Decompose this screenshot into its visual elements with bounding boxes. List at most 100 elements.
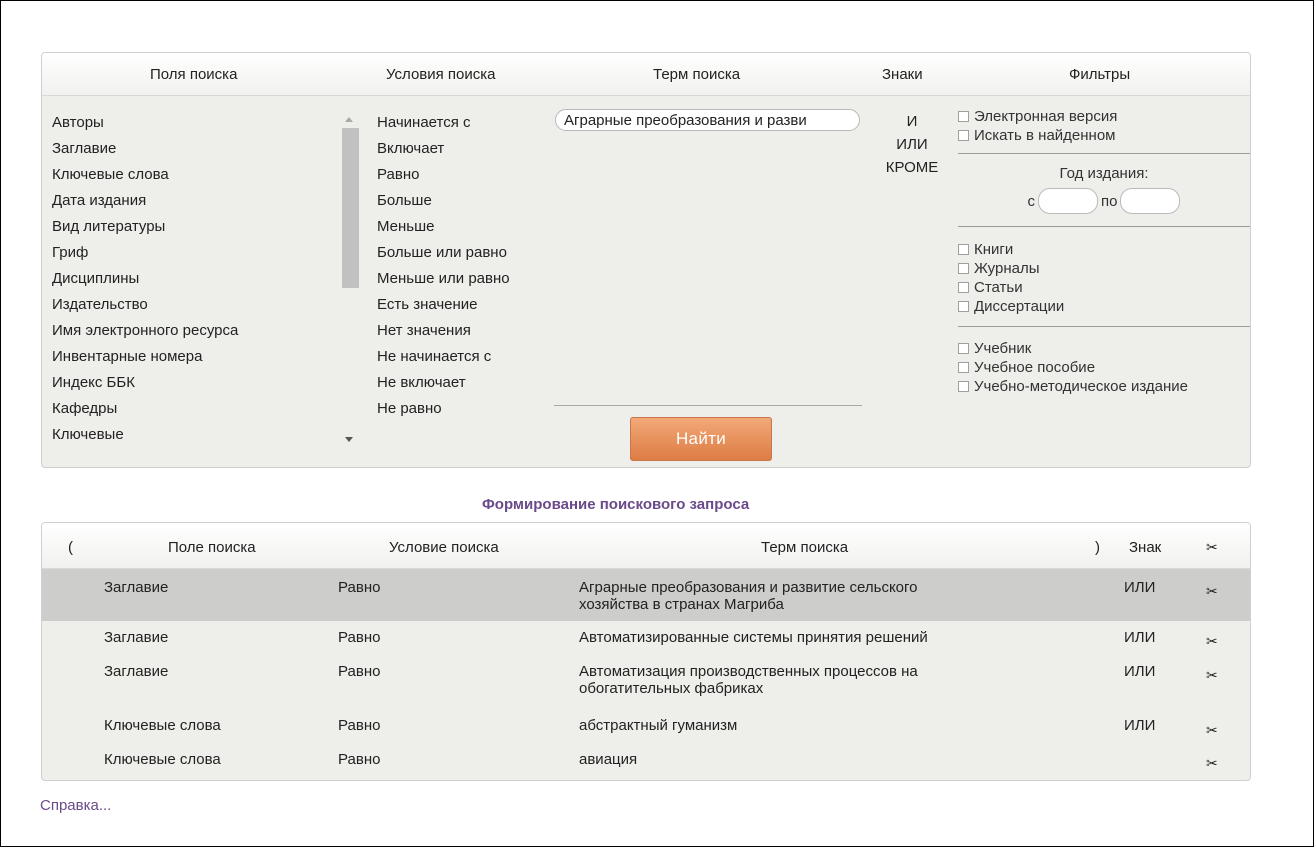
- condition-option[interactable]: Не равно: [377, 396, 510, 422]
- year-range: с по: [958, 188, 1250, 214]
- field-option[interactable]: Ключевые слова: [52, 162, 238, 188]
- fields-list-viewport[interactable]: Авторы Заглавие Ключевые слова Дата изда…: [42, 96, 372, 449]
- scroll-down-arrow-icon[interactable]: [345, 437, 353, 442]
- filter-textbook[interactable]: Учебник: [958, 339, 1250, 358]
- row-term: абстрактный гуманизм: [579, 717, 738, 734]
- search-panel: Поля поиска Условия поиска Терм поиска З…: [41, 52, 1251, 468]
- checkbox[interactable]: [958, 381, 969, 392]
- signs-list[interactable]: И ИЛИ КРОМЕ: [872, 110, 952, 179]
- header-term: Терм поиска: [653, 66, 741, 83]
- condition-option[interactable]: Меньше или равно: [377, 266, 510, 292]
- filter-electronic[interactable]: Электронная версия: [958, 107, 1250, 126]
- field-option[interactable]: Гриф: [52, 240, 238, 266]
- help-link[interactable]: Справка...: [40, 797, 111, 814]
- table-row[interactable]: Ключевые слова Равно авиация ✂: [42, 745, 1250, 775]
- scissors-icon[interactable]: ✂: [1206, 667, 1218, 684]
- sign-not[interactable]: КРОМЕ: [872, 156, 952, 179]
- field-option[interactable]: Кафедры: [52, 396, 238, 422]
- condition-option[interactable]: Включает: [377, 136, 510, 162]
- conditions-list[interactable]: Начинается с Включает Равно Больше Меньш…: [377, 110, 510, 422]
- table-row[interactable]: Заглавие Равно Автоматизированные систем…: [42, 622, 1250, 652]
- filter-journals[interactable]: Журналы: [958, 259, 1250, 278]
- scrollbar-thumb[interactable]: [342, 128, 359, 288]
- condition-option[interactable]: Равно: [377, 162, 510, 188]
- checkbox[interactable]: [958, 244, 969, 255]
- scissors-icon[interactable]: ✂: [1206, 633, 1218, 650]
- checkbox[interactable]: [958, 282, 969, 293]
- field-option[interactable]: Вид литературы: [52, 214, 238, 240]
- scissors-icon: ✂: [1206, 539, 1218, 555]
- fields-scrollbar[interactable]: [342, 113, 360, 449]
- row-sign: ИЛИ: [1124, 579, 1156, 596]
- term-divider: [554, 405, 862, 406]
- checkbox[interactable]: [958, 263, 969, 274]
- checkbox[interactable]: [958, 111, 969, 122]
- checkbox[interactable]: [958, 301, 969, 312]
- field-option[interactable]: Инвентарные номера: [52, 344, 238, 370]
- header-fields: Поля поиска: [150, 66, 238, 83]
- filter-articles[interactable]: Статьи: [958, 278, 1250, 297]
- checkbox[interactable]: [958, 362, 969, 373]
- table-row[interactable]: Ключевые слова Равно абстрактный гуманиз…: [42, 713, 1250, 743]
- col-term: Терм поиска: [761, 539, 849, 556]
- year-from-input[interactable]: [1038, 188, 1099, 214]
- row-field: Заглавие: [104, 579, 169, 596]
- header-conditions: Условия поиска: [386, 66, 496, 83]
- query-table: ( Поле поиска Условие поиска Терм поиска…: [41, 522, 1251, 781]
- scissors-icon[interactable]: ✂: [1206, 583, 1218, 600]
- row-term: Аграрные преобразования и развитие сельс…: [579, 579, 918, 596]
- col-sign: Знак: [1129, 539, 1162, 556]
- fields-list[interactable]: Авторы Заглавие Ключевые слова Дата изда…: [52, 110, 238, 448]
- header-signs: Знаки: [882, 66, 923, 83]
- condition-option[interactable]: Начинается с: [377, 110, 510, 136]
- table-row[interactable]: Заглавие Равно Автоматизация производств…: [42, 659, 1250, 711]
- condition-option[interactable]: Больше: [377, 188, 510, 214]
- year-title: Год издания:: [1059, 165, 1149, 182]
- row-field: Заглавие: [104, 629, 169, 646]
- term-input[interactable]: [555, 109, 860, 131]
- condition-option[interactable]: Больше или равно: [377, 240, 510, 266]
- field-option[interactable]: Имя электронного ресурса: [52, 318, 238, 344]
- table-row[interactable]: Заглавие Равно Аграрные преобразования и…: [42, 569, 1250, 621]
- scroll-up-arrow-icon[interactable]: [345, 117, 353, 122]
- year-to-label: по: [1101, 192, 1118, 210]
- condition-option[interactable]: Не начинается с: [377, 344, 510, 370]
- sign-and[interactable]: И: [872, 110, 952, 133]
- row-field: Заглавие: [104, 663, 169, 680]
- sign-or[interactable]: ИЛИ: [872, 133, 952, 156]
- filters-panel: Электронная версия Искать в найденном Го…: [958, 107, 1250, 396]
- row-field: Ключевые слова: [104, 751, 221, 768]
- row-sign: ИЛИ: [1124, 663, 1156, 680]
- col-condition: Условие поиска: [389, 539, 499, 556]
- field-option[interactable]: Издательство: [52, 292, 238, 318]
- field-option[interactable]: Индекс ББК: [52, 370, 238, 396]
- field-option[interactable]: Дата издания: [52, 188, 238, 214]
- find-button[interactable]: Найти: [630, 417, 772, 461]
- condition-option[interactable]: Нет значения: [377, 318, 510, 344]
- row-sign: ИЛИ: [1124, 717, 1156, 734]
- checkbox[interactable]: [958, 343, 969, 354]
- filter-search-in-found[interactable]: Искать в найденном: [958, 126, 1250, 145]
- year-to-input[interactable]: [1120, 188, 1181, 214]
- row-term: Автоматизация производственных процессов…: [579, 663, 918, 680]
- field-option[interactable]: Заглавие: [52, 136, 238, 162]
- field-option[interactable]: Авторы: [52, 110, 238, 136]
- filter-methodical[interactable]: Учебно-методическое издание: [958, 377, 1250, 396]
- condition-option[interactable]: Не включает: [377, 370, 510, 396]
- row-term-cont: хозяйства в странах Магриба: [579, 596, 784, 613]
- row-sign: ИЛИ: [1124, 629, 1156, 646]
- filter-study-guide[interactable]: Учебное пособие: [958, 358, 1250, 377]
- row-term-cont: обогатительных фабриках: [579, 680, 764, 697]
- filter-dissertations[interactable]: Диссертации: [958, 297, 1250, 316]
- query-section-title: Формирование поискового запроса: [482, 496, 750, 513]
- field-option[interactable]: Дисциплины: [52, 266, 238, 292]
- scissors-icon[interactable]: ✂: [1206, 755, 1218, 772]
- field-option[interactable]: Ключевые: [52, 422, 238, 448]
- scissors-icon[interactable]: ✂: [1206, 722, 1218, 739]
- condition-option[interactable]: Меньше: [377, 214, 510, 240]
- query-table-header: ( Поле поиска Условие поиска Терм поиска…: [42, 523, 1250, 569]
- checkbox[interactable]: [958, 130, 969, 141]
- condition-option[interactable]: Есть значение: [377, 292, 510, 318]
- filter-books[interactable]: Книги: [958, 240, 1250, 259]
- row-term: авиация: [579, 751, 638, 768]
